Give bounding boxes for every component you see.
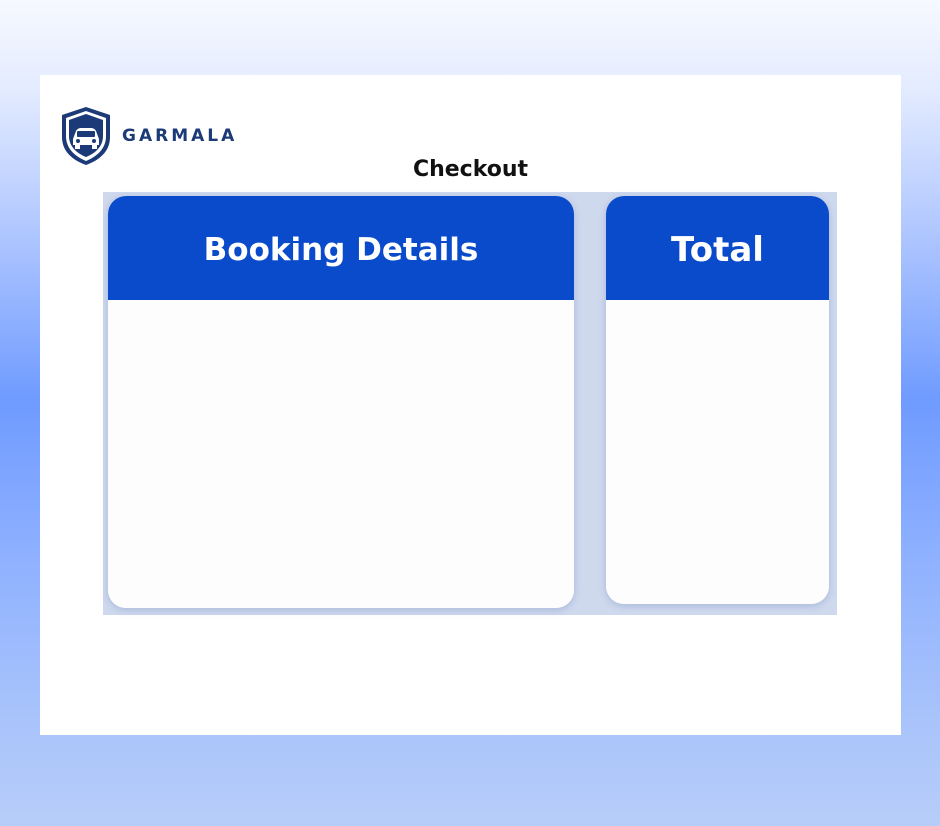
brand-name: GARMALA (122, 126, 238, 146)
checkout-page-card: GARMALA Checkout Booking Details Total (40, 75, 901, 735)
checkout-panels-area: Booking Details Total (103, 192, 837, 615)
total-header: Total (606, 196, 829, 300)
total-title: Total (671, 230, 764, 270)
total-body (606, 300, 829, 604)
booking-details-panel: Booking Details (108, 196, 574, 608)
total-panel: Total (606, 196, 829, 604)
booking-details-body (108, 300, 574, 608)
booking-details-title: Booking Details (203, 232, 479, 268)
page-title: Checkout (412, 157, 529, 182)
booking-details-header: Booking Details (108, 196, 574, 300)
